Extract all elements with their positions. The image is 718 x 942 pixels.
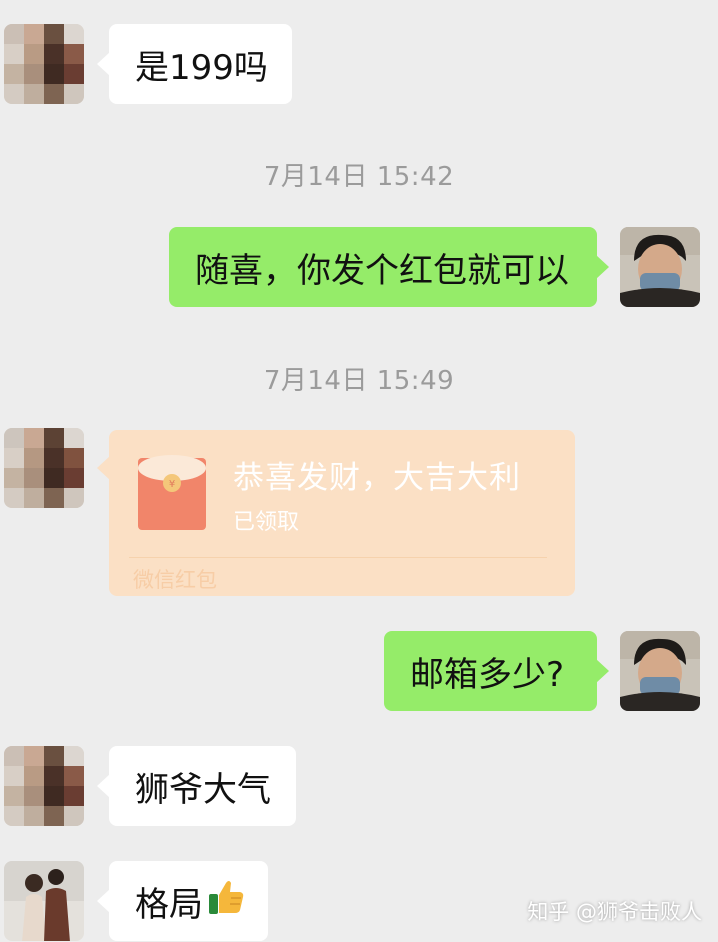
red-packet-footer: 微信红包 [133,568,217,592]
red-packet-message[interactable]: ¥ 恭喜发财，大吉大利 已领取 微信红包 [97,430,575,596]
contact-avatar[interactable] [4,24,84,104]
red-packet-title: 恭喜发财，大吉大利 [233,460,521,496]
contact-avatar[interactable] [4,746,84,826]
received-message[interactable]: 狮爷大气 [97,746,296,826]
sent-message[interactable]: 随喜，你发个红包就可以 [169,227,609,307]
message-text: 格局 [135,884,203,925]
received-message[interactable]: 格局 [97,861,268,941]
message-text: 邮箱多少? [410,654,565,695]
my-avatar[interactable] [620,631,700,711]
message-text: 是199吗 [135,47,268,88]
watermark: 知乎 @狮爷击败人 [527,900,702,924]
received-message[interactable]: 是199吗 [97,24,292,104]
contact-avatar[interactable] [4,861,84,941]
message-text: 狮爷大气 [135,769,271,810]
red-packet-status: 已领取 [233,510,300,535]
message-text: 随喜，你发个红包就可以 [195,250,569,291]
timestamp: 7月14日 15:49 [263,366,455,396]
divider [129,557,547,558]
contact-avatar[interactable] [4,428,84,508]
red-packet-icon: ¥ [137,452,207,536]
thumbs-up-icon [207,878,245,925]
timestamp: 7月14日 15:42 [263,162,455,192]
sent-message[interactable]: 邮箱多少? [384,631,609,711]
svg-text:¥: ¥ [169,479,175,490]
my-avatar[interactable] [620,227,700,307]
